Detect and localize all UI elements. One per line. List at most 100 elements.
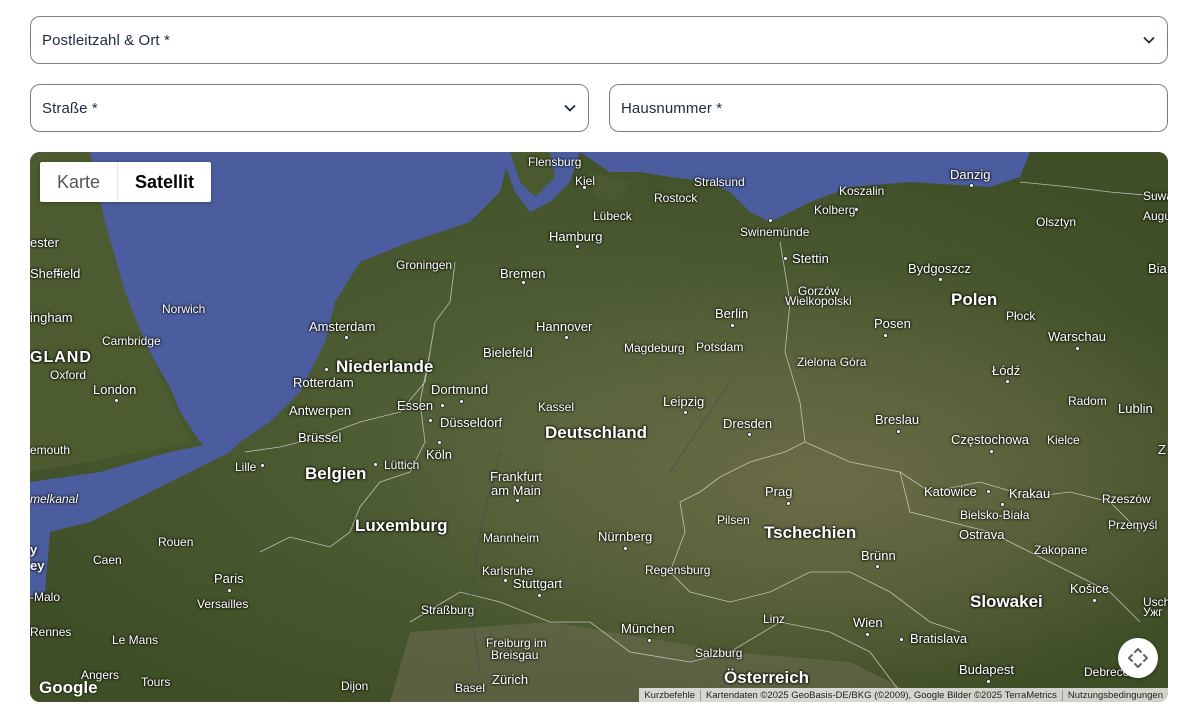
map-attribution: Kurzbefehle Kartendaten ©2025 GeoBasis-D… — [639, 688, 1168, 702]
city-label: Salzburg — [695, 646, 743, 660]
city-dot — [373, 462, 378, 467]
city-label: Cambridge — [102, 334, 161, 348]
city-label: emouth — [30, 443, 71, 457]
country-label-england: GLAND — [30, 349, 92, 366]
city-label: Kielce — [1047, 433, 1080, 447]
city-label: Dijon — [341, 679, 369, 693]
city-label: Rouen — [158, 535, 194, 549]
chevron-down-icon — [1142, 33, 1156, 47]
city-label: Straßburg — [421, 603, 475, 617]
house-number-field[interactable]: Hausnummer * — [609, 84, 1168, 132]
city-label: ester — [30, 235, 59, 250]
city-dot — [986, 679, 991, 684]
city-label: Dortmund — [431, 382, 489, 397]
city-label: Groningen — [396, 258, 453, 272]
city-label: Oxford — [50, 368, 87, 382]
city-dot — [521, 280, 526, 285]
city-dot — [989, 449, 994, 454]
city-label: Kolberg — [814, 203, 856, 217]
city-label: Zielona Góra — [797, 355, 867, 369]
city-label: Bielefeld — [483, 345, 533, 360]
city-dot — [938, 277, 943, 282]
city-dot — [56, 272, 61, 277]
city-label: München — [621, 621, 675, 636]
city-label: Warschau — [1048, 329, 1107, 344]
city-label: Košice — [1070, 581, 1110, 596]
city-dot — [986, 489, 991, 494]
map-data-attribution: Kartendaten ©2025 GeoBasis-DE/BKG (©2009… — [700, 689, 1062, 701]
city-label: ey — [30, 558, 45, 573]
city-label: Amsterdam — [309, 319, 376, 334]
city-label: y — [30, 542, 38, 557]
country-label-slowakei: Slowakei — [970, 592, 1043, 611]
city-label: Stettin — [792, 251, 829, 266]
city-label: Pilsen — [717, 513, 750, 527]
city-label: Caen — [93, 553, 122, 567]
city-dot — [875, 564, 880, 569]
city-label: Leipzig — [663, 394, 705, 409]
city-label: Potsdam — [696, 340, 744, 354]
city-dot — [515, 498, 520, 503]
city-label: Wielkopolski — [785, 294, 852, 308]
city-label: Norwich — [162, 302, 206, 316]
city-dot — [260, 463, 265, 468]
keyboard-shortcuts-link[interactable]: Kurzbefehle — [639, 690, 700, 701]
terms-of-use-link[interactable]: Nutzungsbedingungen — [1061, 689, 1168, 701]
city-label: Augu — [1143, 209, 1168, 223]
city-label: London — [93, 382, 137, 397]
city-label: Suwa — [1143, 189, 1168, 203]
city-dot — [1075, 346, 1080, 351]
city-dot — [647, 638, 652, 643]
city-dot — [747, 432, 752, 437]
city-label: Łódź — [992, 363, 1021, 378]
city-label: Brüssel — [298, 430, 342, 445]
street-label: Straße * — [42, 99, 98, 117]
city-label: Brünn — [861, 548, 896, 563]
city-label: Katowice — [924, 484, 977, 499]
city-dot — [1092, 598, 1097, 603]
city-dot — [437, 440, 442, 445]
city-label: Essen — [397, 398, 434, 413]
satellite-map[interactable]: Karte Satellit Deutschland Niederlande B… — [30, 152, 1168, 702]
city-label: Posen — [874, 316, 911, 331]
country-label-niederlande: Niederlande — [336, 357, 434, 376]
city-label: Linz — [763, 612, 786, 626]
city-label: Rennes — [30, 625, 72, 639]
city-dot — [865, 632, 870, 637]
city-label: Antwerpen — [289, 403, 352, 418]
postal-code-city-select[interactable]: Postleitzahl & Ort * — [30, 16, 1168, 64]
city-label: Lille — [235, 460, 257, 474]
city-label: Ужг — [1143, 605, 1163, 619]
city-dot — [854, 207, 859, 212]
map-type-satellite-button[interactable]: Satellit — [118, 162, 211, 202]
city-label: Bielsko-Biała — [960, 508, 1030, 522]
city-label: Frankfurt — [490, 469, 543, 484]
city-label: Versailles — [197, 597, 249, 611]
city-label: Budapest — [959, 662, 1014, 677]
city-label: Rostock — [654, 191, 698, 205]
city-label: Częstochowa — [951, 432, 1030, 447]
postal-code-city-label: Postleitzahl & Ort * — [42, 31, 170, 49]
city-dot — [324, 367, 329, 372]
city-label: Mannheim — [483, 531, 540, 545]
city-dot — [883, 333, 888, 338]
country-label-belgien: Belgien — [305, 464, 367, 483]
city-label: Rotterdam — [293, 375, 354, 390]
city-label: Lübeck — [593, 209, 632, 223]
city-dot — [227, 588, 232, 593]
city-label: Magdeburg — [624, 341, 685, 355]
city-label: Z — [1158, 442, 1166, 457]
map-type-control[interactable]: Karte Satellit — [40, 162, 212, 202]
map-type-map-button[interactable]: Karte — [40, 162, 119, 202]
city-label: Stuttgart — [513, 576, 563, 591]
fullscreen-button[interactable] — [1118, 638, 1158, 678]
city-dot — [575, 244, 580, 249]
city-dot — [1005, 379, 1010, 384]
city-label: Ostrava — [959, 527, 1005, 542]
city-dot — [503, 578, 508, 583]
city-label: Bia — [1148, 261, 1167, 276]
street-select[interactable]: Straße * — [30, 84, 589, 132]
city-label: Düsseldorf — [440, 415, 503, 430]
city-label: Zürich — [492, 672, 529, 687]
city-label: Hannover — [536, 319, 593, 334]
